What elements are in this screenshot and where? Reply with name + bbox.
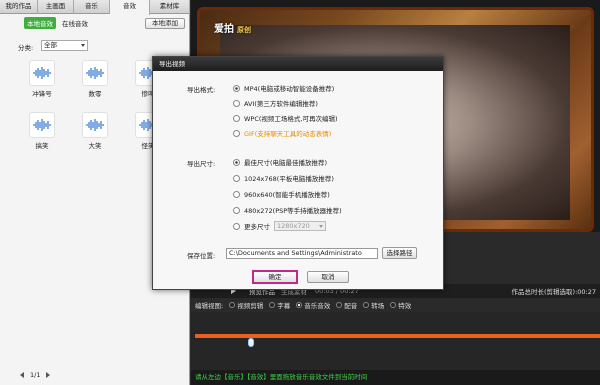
radio-icon <box>233 114 240 122</box>
size-text: 960x640(智能手机播放推荐) <box>244 191 330 199</box>
cancel-button[interactable]: 取消 <box>307 271 349 283</box>
status-bar: 请从左边【音乐】【音效】里面拖放音乐音效文件到当前时间 <box>191 370 600 385</box>
ok-button[interactable]: 确定 <box>252 270 298 284</box>
size-option-480[interactable]: 480x272(PSP等手持播放器推荐) <box>233 205 342 215</box>
size-option-960[interactable]: 960x640(智能手机播放推荐) <box>233 189 330 199</box>
tab-main-screen[interactable]: 主画面 <box>38 0 74 14</box>
timeline-playhead[interactable] <box>248 338 254 347</box>
more-size-value: 1280x720 <box>277 222 310 230</box>
main-tabs: 我的作品 主画面 音乐 音效 素材库 <box>0 0 190 15</box>
waveform-icon <box>29 112 55 138</box>
category-value: 全部 <box>44 41 57 49</box>
category-label: 分类: <box>18 44 34 52</box>
radio-icon <box>233 99 240 107</box>
subtab-online-sfx[interactable]: 在线音效 <box>59 17 91 29</box>
radio-icon <box>336 302 343 308</box>
tab-material-library[interactable]: 素材库 <box>150 0 190 14</box>
sound-item[interactable]: 数零 <box>80 60 110 100</box>
tab-my-works[interactable]: 我的作品 <box>0 0 38 14</box>
size-text: 1024x768(平板电脑播放推荐) <box>244 175 334 183</box>
waveform-icon <box>82 112 108 138</box>
radio-label: 视频剪辑 <box>237 302 264 310</box>
sound-label: 搞笑 <box>35 142 49 150</box>
prev-page-icon[interactable] <box>20 372 24 378</box>
waveform-icon <box>82 60 108 86</box>
size-text: 更多尺寸 <box>244 223 270 231</box>
radio-effects[interactable]: 特效 <box>390 300 411 310</box>
sound-item[interactable]: 搞笑 <box>27 112 57 152</box>
subtab-local-sfx[interactable]: 本地音效 <box>24 17 56 29</box>
timeline <box>191 312 600 370</box>
sound-item[interactable]: 冲锋号 <box>27 60 57 100</box>
chevron-down-icon <box>319 225 323 228</box>
pager: 1/1 <box>20 371 51 379</box>
size-option-best[interactable]: 最佳尺寸(电脑最佳播放推荐) <box>233 157 327 167</box>
size-option-1024[interactable]: 1024x768(平板电脑播放推荐) <box>233 173 334 183</box>
sub-tabs: 本地音效 在线音效 <box>24 17 94 29</box>
save-location-label: 保存位置: <box>187 252 216 260</box>
radio-label: 转场 <box>371 302 385 310</box>
radio-video-edit[interactable]: 视频剪辑 <box>229 300 263 310</box>
chevron-down-icon <box>81 44 85 47</box>
format-option-wpc[interactable]: WPC(视频工场格式,可再次编辑) <box>233 113 338 123</box>
save-path-input[interactable]: C:\Documents and Settings\Administrato <box>226 248 378 259</box>
waveform-icon <box>29 60 55 86</box>
tab-sound-effects[interactable]: 音效 <box>110 0 150 15</box>
sound-label: 冲锋号 <box>32 90 52 98</box>
radio-icon <box>233 206 240 214</box>
total-duration: 作品总时长(剪辑选取):00:27 <box>511 288 597 296</box>
radio-icon <box>233 222 240 230</box>
page-indicator: 1/1 <box>30 371 41 379</box>
tab-music[interactable]: 音乐 <box>74 0 110 14</box>
radio-transition[interactable]: 转场 <box>363 300 384 310</box>
logo: 爱拍 原创 <box>214 20 251 35</box>
radio-label: 字幕 <box>277 302 291 310</box>
dialog-title: 导出视频 <box>153 57 443 71</box>
local-add-button[interactable]: 本地添加 <box>145 18 185 29</box>
format-label: 导出格式: <box>187 86 216 94</box>
radio-music-sfx[interactable]: 音乐音效 <box>296 300 330 310</box>
sound-label: 大笑 <box>88 142 102 150</box>
format-text: GIF(支持聊天工具的动态表情) <box>244 130 332 138</box>
radio-label: 特效 <box>398 302 412 310</box>
edit-view-label: 编辑视图: <box>195 302 224 310</box>
radio-icon <box>363 302 370 308</box>
logo-sub: 原创 <box>237 26 251 34</box>
format-text: WPC(视频工场格式,可再次编辑) <box>244 115 338 123</box>
sound-item[interactable]: 大笑 <box>80 112 110 152</box>
radio-label: 配音 <box>344 302 358 310</box>
radio-dubbing[interactable]: 配音 <box>336 300 357 310</box>
radio-icon <box>233 174 240 182</box>
size-option-more[interactable]: 更多尺寸 1280x720 <box>233 221 326 231</box>
size-text: 480x272(PSP等手持播放器推荐) <box>244 207 342 215</box>
logo-text: 爱拍 <box>214 24 234 35</box>
size-text: 最佳尺寸(电脑最佳播放推荐) <box>244 159 328 167</box>
more-size-select[interactable]: 1280x720 <box>274 221 326 231</box>
radio-icon <box>229 302 236 308</box>
format-text: AVI(第三方软件编辑推荐) <box>244 100 318 108</box>
radio-icon <box>296 302 303 308</box>
radio-icon <box>233 190 240 198</box>
radio-icon <box>233 129 240 137</box>
next-page-icon[interactable] <box>46 372 51 378</box>
sound-label: 数零 <box>88 90 102 98</box>
browse-path-button[interactable]: 选择路径 <box>382 247 417 259</box>
format-option-mp4[interactable]: MP4(电脑或移动智能设备推荐) <box>233 83 334 93</box>
radio-subtitle[interactable]: 字幕 <box>269 300 290 310</box>
radio-icon <box>233 84 240 92</box>
format-option-gif[interactable]: GIF(支持聊天工具的动态表情) <box>233 128 331 138</box>
size-label: 导出尺寸: <box>187 160 216 168</box>
radio-icon <box>269 302 276 308</box>
format-option-avi[interactable]: AVI(第三方软件编辑推荐) <box>233 98 318 108</box>
category-select[interactable]: 全部 <box>41 40 88 51</box>
export-dialog: 导出视频 导出格式: MP4(电脑或移动智能设备推荐) AVI(第三方软件编辑推… <box>152 56 444 290</box>
edit-view-row: 编辑视图: 视频剪辑 字幕 音乐音效 配音 转场 特效 <box>191 299 600 311</box>
radio-icon <box>390 302 397 308</box>
radio-icon <box>233 158 240 166</box>
format-text: MP4(电脑或移动智能设备推荐) <box>244 85 335 93</box>
timeline-track[interactable] <box>195 334 600 338</box>
radio-label: 音乐音效 <box>304 302 331 310</box>
